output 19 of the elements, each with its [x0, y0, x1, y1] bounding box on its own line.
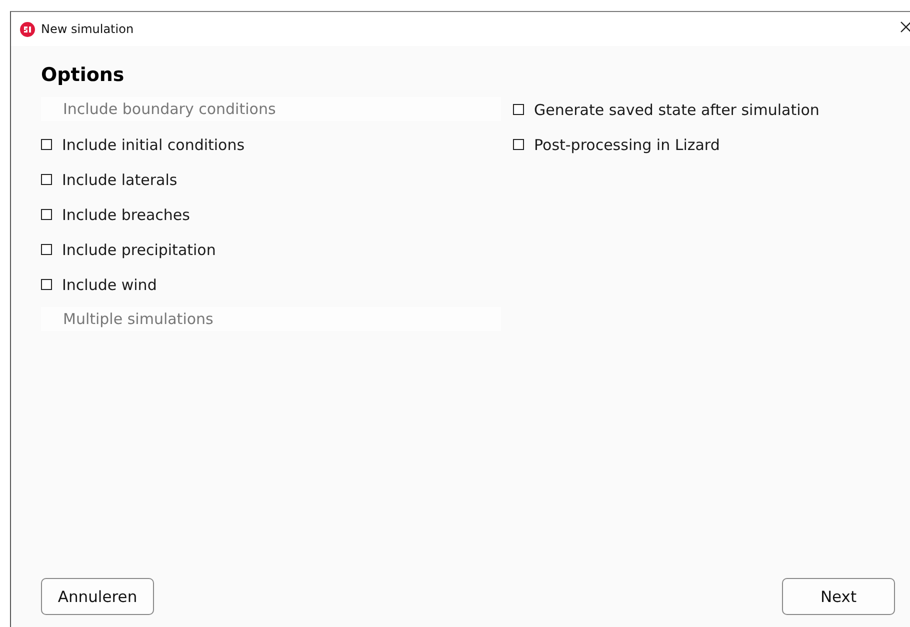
option-label: Generate saved state after simulation	[534, 100, 820, 118]
option-label: Post-processing in Lizard	[534, 136, 720, 154]
checkbox[interactable]	[41, 279, 52, 290]
window-title: New simulation	[41, 22, 134, 36]
section-heading: Options	[41, 64, 126, 86]
checkbox[interactable]	[513, 139, 524, 150]
checkbox[interactable]	[41, 174, 52, 185]
checkbox[interactable]	[513, 104, 524, 115]
option-label: Include breaches	[62, 206, 190, 224]
option-label: Include initial conditions	[62, 136, 245, 154]
next-button[interactable]: Next	[782, 578, 895, 615]
option-label: Include laterals	[62, 170, 178, 188]
checkbox[interactable]	[41, 139, 52, 150]
cancel-button[interactable]: Annuleren	[41, 578, 154, 615]
checkbox[interactable]	[41, 209, 52, 220]
checkbox[interactable]	[41, 244, 52, 255]
option-label: Include precipitation	[62, 240, 216, 258]
app-logo-icon	[20, 22, 35, 36]
option-label: Include wind	[62, 276, 157, 294]
